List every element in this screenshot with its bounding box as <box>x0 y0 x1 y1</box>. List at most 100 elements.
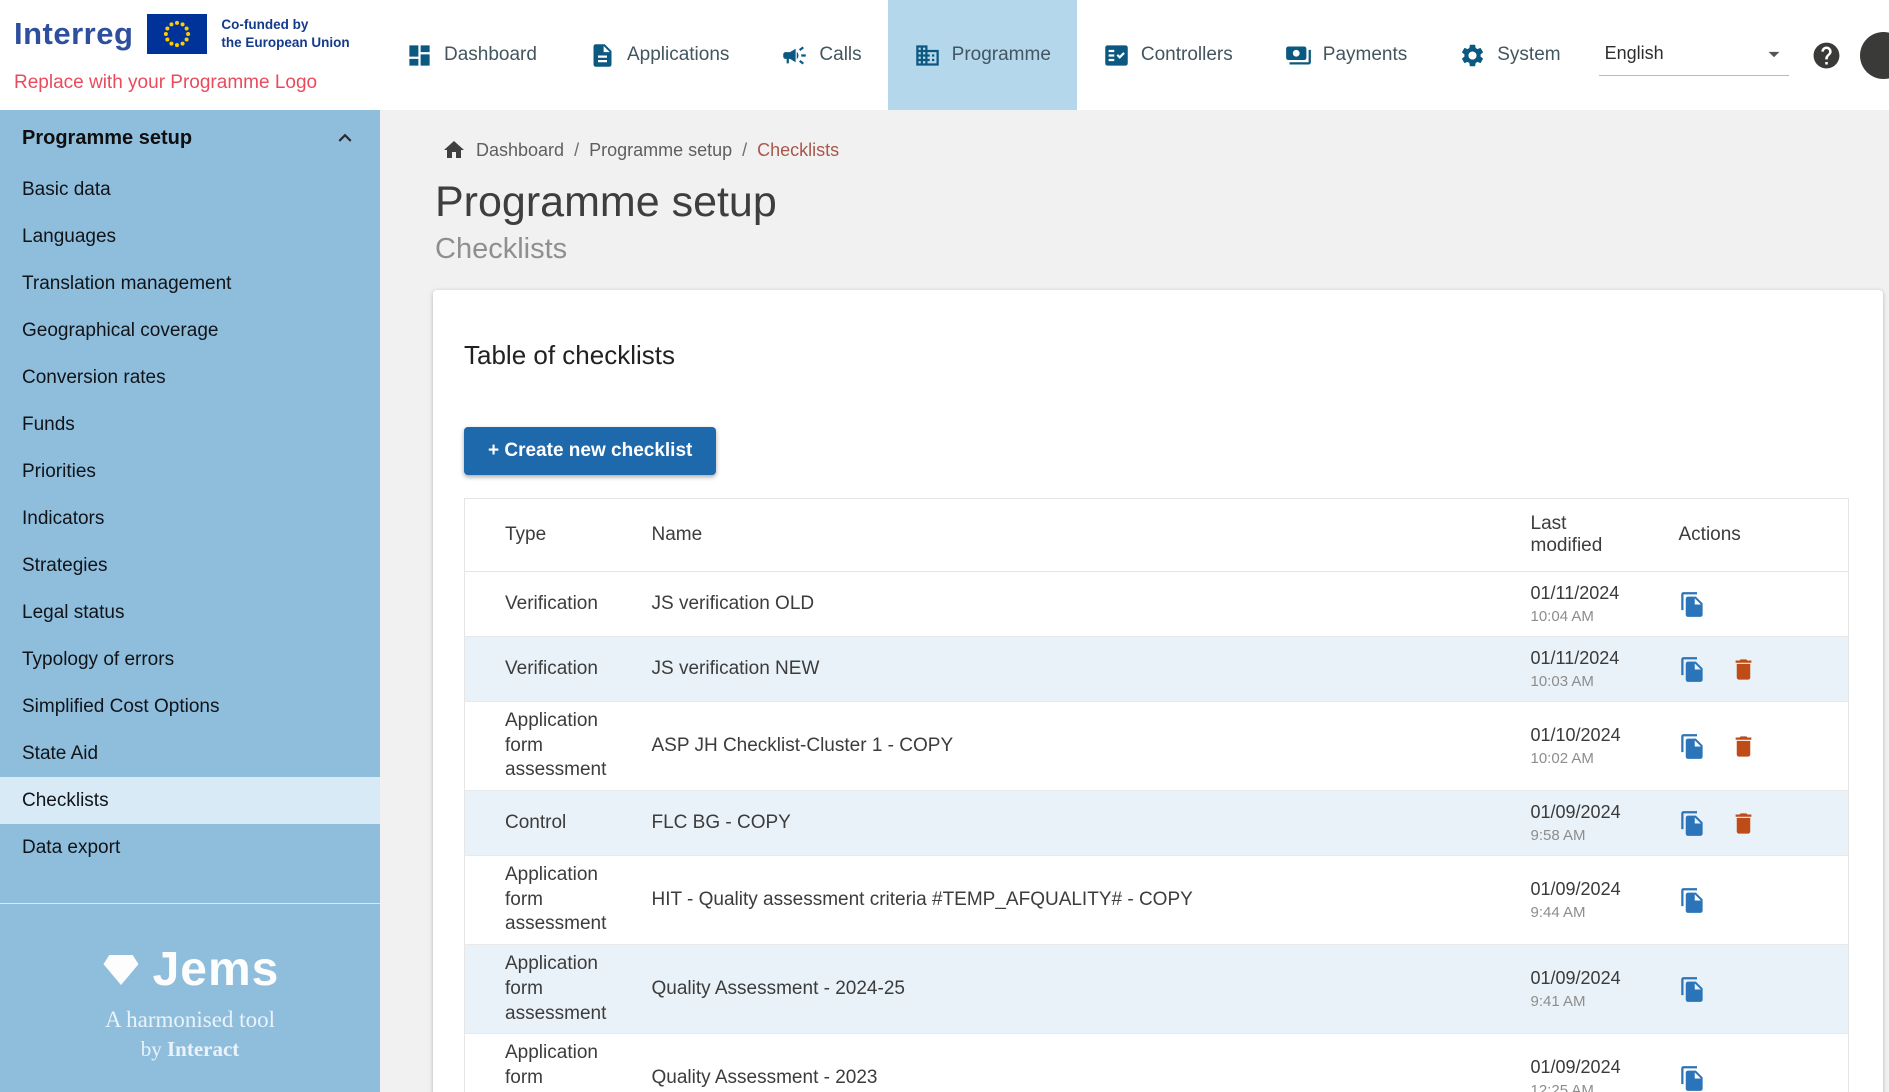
last-modified-time: 9:41 AM <box>1531 992 1637 1012</box>
last-modified-date: 01/09/2024 <box>1531 967 1637 990</box>
copy-checklist-button[interactable] <box>1679 591 1706 618</box>
last-modified-time: 12:25 AM <box>1531 1081 1637 1092</box>
sidebar-item-strategies[interactable]: Strategies <box>0 542 380 589</box>
sidebar-item-simplified-cost-options[interactable]: Simplified Cost Options <box>0 683 380 730</box>
table-body: Verification JS verification OLD 01/11/2… <box>465 572 1849 1092</box>
sidebar-item-translation-management[interactable]: Translation management <box>0 260 380 307</box>
sidebar-item-basic-data[interactable]: Basic data <box>0 166 380 213</box>
column-header-last-modified: Last modified <box>1519 499 1649 572</box>
jems-logo-text: Jems <box>153 942 280 997</box>
table-row: Application form assessment HIT - Qualit… <box>465 856 1849 945</box>
avatar[interactable] <box>1860 32 1889 79</box>
copy-icon <box>1679 887 1706 914</box>
cell-type: Verification <box>465 572 640 637</box>
copy-icon <box>1679 976 1706 1003</box>
checklists-table: Type Name Last modified Actions Verifica… <box>464 498 1849 1092</box>
sidebar-item-indicators[interactable]: Indicators <box>0 495 380 542</box>
column-header-name: Name <box>640 499 1519 572</box>
sidebar-item-conversion-rates[interactable]: Conversion rates <box>0 354 380 401</box>
system-icon <box>1459 42 1486 69</box>
cell-type: Verification <box>465 637 640 702</box>
nav-item-dashboard[interactable]: Dashboard <box>380 0 563 110</box>
sidebar-item-state-aid[interactable]: State Aid <box>0 730 380 777</box>
main-nav: Dashboard Applications Calls Programme C… <box>380 0 1587 110</box>
eu-cofunded-label: Co-funded by the European Union <box>221 16 349 51</box>
breadcrumb-item-programme-setup[interactable]: Programme setup <box>589 140 732 161</box>
cell-actions <box>1649 637 1849 702</box>
sidebar-item-checklists[interactable]: Checklists <box>0 777 380 824</box>
delete-checklist-button[interactable] <box>1730 810 1757 837</box>
copy-checklist-button[interactable] <box>1679 887 1706 914</box>
help-button[interactable] <box>1811 40 1842 71</box>
cell-type: Application form assessment <box>465 945 640 1034</box>
copy-icon <box>1679 656 1706 683</box>
delete-checklist-button[interactable] <box>1730 656 1757 683</box>
applications-icon <box>589 42 616 69</box>
page-title: Programme setup <box>435 178 1889 227</box>
nav-item-programme[interactable]: Programme <box>888 0 1077 110</box>
breadcrumb-separator: / <box>742 140 747 161</box>
cell-actions <box>1649 572 1849 637</box>
cell-last-modified: 01/09/2024 9:44 AM <box>1519 856 1649 945</box>
breadcrumb: Dashboard/Programme setup/Checklists <box>442 138 1889 162</box>
copy-checklist-button[interactable] <box>1679 733 1706 760</box>
table-row: Verification JS verification NEW 01/11/2… <box>465 637 1849 702</box>
last-modified-date: 01/11/2024 <box>1531 647 1637 670</box>
top-bar: Interreg Co-funded by the Europe <box>0 0 1889 110</box>
sidebar-item-typology-of-errors[interactable]: Typology of errors <box>0 636 380 683</box>
copy-checklist-button[interactable] <box>1679 1065 1706 1092</box>
sidebar-item-priorities[interactable]: Priorities <box>0 448 380 495</box>
cell-last-modified: 01/09/2024 9:58 AM <box>1519 791 1649 856</box>
cell-last-modified: 01/11/2024 10:03 AM <box>1519 637 1649 702</box>
delete-icon <box>1730 733 1757 760</box>
sidebar-item-languages[interactable]: Languages <box>0 213 380 260</box>
last-modified-time: 10:03 AM <box>1531 672 1637 692</box>
copy-icon <box>1679 810 1706 837</box>
cell-type: Application form assessment <box>465 702 640 791</box>
copy-checklist-button[interactable] <box>1679 976 1706 1003</box>
cell-name: HIT - Quality assessment criteria #TEMP_… <box>640 856 1519 945</box>
nav-item-calls[interactable]: Calls <box>755 0 887 110</box>
nav-item-system[interactable]: System <box>1433 0 1586 110</box>
cell-actions <box>1649 1034 1849 1092</box>
cell-actions <box>1649 791 1849 856</box>
column-header-actions: Actions <box>1649 499 1849 572</box>
copy-icon <box>1679 733 1706 760</box>
language-select[interactable]: English <box>1599 35 1789 76</box>
breadcrumb-item-dashboard[interactable]: Dashboard <box>476 140 564 161</box>
calls-icon <box>781 42 808 69</box>
cell-actions <box>1649 856 1849 945</box>
last-modified-time: 10:04 AM <box>1531 607 1637 627</box>
sidebar-section-header[interactable]: Programme setup <box>0 110 380 166</box>
cell-type: Application form assessment <box>465 856 640 945</box>
last-modified-time: 9:44 AM <box>1531 903 1637 923</box>
delete-checklist-button[interactable] <box>1730 733 1757 760</box>
cell-name: JS verification NEW <box>640 637 1519 702</box>
sidebar-item-geographical-coverage[interactable]: Geographical coverage <box>0 307 380 354</box>
delete-icon <box>1730 810 1757 837</box>
copy-checklist-button[interactable] <box>1679 656 1706 683</box>
sidebar-item-data-export[interactable]: Data export <box>0 824 380 871</box>
cell-actions <box>1649 945 1849 1034</box>
last-modified-date: 01/09/2024 <box>1531 801 1637 824</box>
cell-actions <box>1649 702 1849 791</box>
column-header-type: Type <box>465 499 640 572</box>
home-icon[interactable] <box>442 138 466 162</box>
nav-item-controllers[interactable]: Controllers <box>1077 0 1259 110</box>
jems-footer: Jems A harmonised tool by Interact <box>0 904 380 1092</box>
copy-checklist-button[interactable] <box>1679 810 1706 837</box>
sidebar-section-title: Programme setup <box>22 127 192 150</box>
cell-last-modified: 01/11/2024 10:04 AM <box>1519 572 1649 637</box>
table-row: Application form assessment Quality Asse… <box>465 1034 1849 1092</box>
last-modified-date: 01/09/2024 <box>1531 1056 1637 1079</box>
main-content: Dashboard/Programme setup/Checklists Pro… <box>380 110 1889 1092</box>
page-subtitle: Checklists <box>435 233 1889 266</box>
sidebar-item-funds[interactable]: Funds <box>0 401 380 448</box>
nav-item-applications[interactable]: Applications <box>563 0 755 110</box>
delete-icon <box>1730 656 1757 683</box>
cell-name: ASP JH Checklist-Cluster 1 - COPY <box>640 702 1519 791</box>
sidebar-item-legal-status[interactable]: Legal status <box>0 589 380 636</box>
controllers-icon <box>1103 42 1130 69</box>
create-checklist-button[interactable]: + Create new checklist <box>464 427 716 475</box>
nav-item-payments[interactable]: Payments <box>1259 0 1433 110</box>
